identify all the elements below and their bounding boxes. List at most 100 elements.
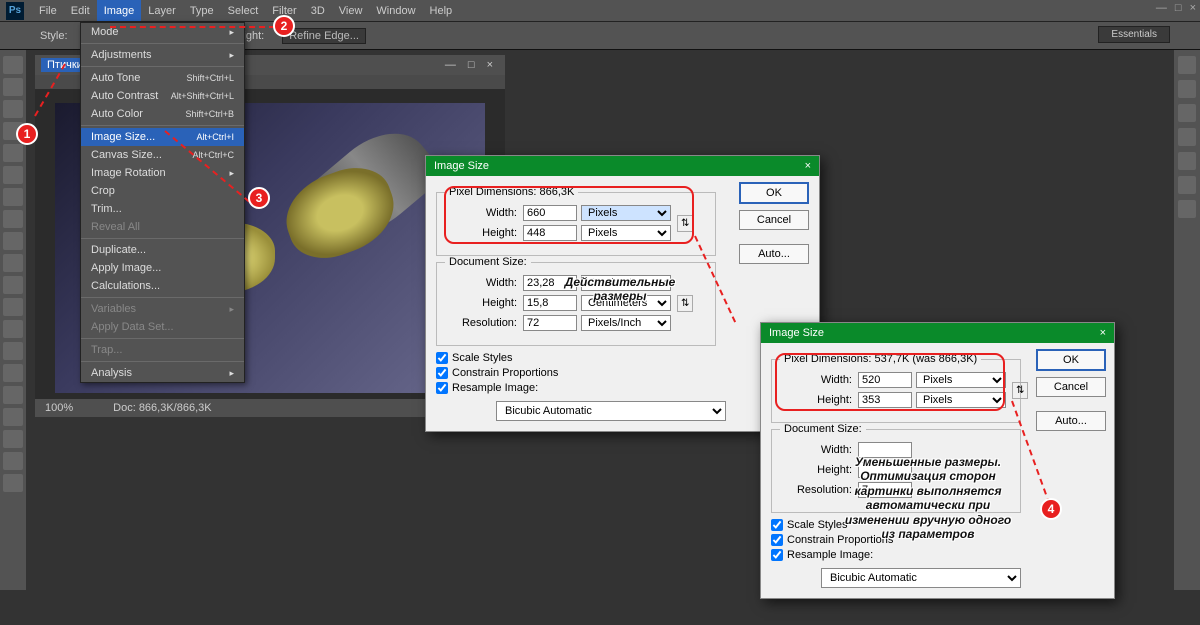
tool-history-icon[interactable] bbox=[3, 254, 23, 272]
dlg1-scale-label: Scale Styles bbox=[452, 352, 513, 364]
dlg1-constrain-label: Constrain Proportions bbox=[452, 367, 558, 379]
dlg2-pixdim-label: Pixel Dimensions: bbox=[784, 353, 871, 365]
dlg2-height-input[interactable] bbox=[858, 392, 912, 408]
dialog2-close-icon[interactable]: × bbox=[1100, 327, 1106, 339]
panel-channels-icon[interactable] bbox=[1178, 176, 1196, 194]
menu-layer[interactable]: Layer bbox=[141, 0, 183, 21]
dlg1-cancel-button[interactable]: Cancel bbox=[739, 210, 809, 230]
panel-layers-icon[interactable] bbox=[1178, 152, 1196, 170]
step-badge-1: 1 bbox=[16, 123, 38, 145]
dlg2-scale-check[interactable] bbox=[771, 519, 783, 531]
tool-heal-icon[interactable] bbox=[3, 188, 23, 206]
tool-shape-icon[interactable] bbox=[3, 430, 23, 448]
doc-min-icon[interactable]: — bbox=[445, 59, 456, 71]
dlg2-width-unit[interactable]: Pixels bbox=[916, 372, 1006, 388]
panel-swatches-icon[interactable] bbox=[1178, 104, 1196, 122]
dlg1-constrain-check[interactable] bbox=[436, 367, 448, 379]
menu-item[interactable]: Image Size...Alt+Ctrl+I bbox=[81, 128, 244, 146]
workspace-switcher[interactable]: Essentials bbox=[1098, 26, 1170, 43]
dlg1-res-unit[interactable]: Pixels/Inch bbox=[581, 315, 671, 331]
tool-stamp-icon[interactable] bbox=[3, 232, 23, 250]
tool-marquee-icon[interactable] bbox=[3, 78, 23, 96]
dlg2-auto-button[interactable]: Auto... bbox=[1036, 411, 1106, 431]
dlg2-ok-button[interactable]: OK bbox=[1036, 349, 1106, 371]
doc-max-icon[interactable]: □ bbox=[468, 59, 475, 71]
menu-item[interactable]: Image Rotation bbox=[81, 164, 244, 182]
panel-paths-icon[interactable] bbox=[1178, 200, 1196, 218]
menu-item[interactable]: Trim... bbox=[81, 200, 244, 218]
dlg1-height-input[interactable] bbox=[523, 225, 577, 241]
menu-item[interactable]: Calculations... bbox=[81, 277, 244, 295]
opt-refine-button[interactable]: Refine Edge... bbox=[282, 28, 366, 44]
menu-item[interactable]: Adjustments bbox=[81, 46, 244, 64]
dlg2-constrain-check[interactable] bbox=[771, 534, 783, 546]
panel-adjustments-icon[interactable] bbox=[1178, 128, 1196, 146]
tool-brush-icon[interactable] bbox=[3, 210, 23, 228]
menu-item[interactable]: Auto ColorShift+Ctrl+B bbox=[81, 105, 244, 123]
tool-lasso-icon[interactable] bbox=[3, 100, 23, 118]
menu-view[interactable]: View bbox=[332, 0, 370, 21]
zoom-level[interactable]: 100% bbox=[45, 402, 73, 414]
dlg2-resample-check[interactable] bbox=[771, 549, 783, 561]
win-max[interactable]: □ bbox=[1175, 2, 1182, 14]
link-icon[interactable]: ⇅ bbox=[677, 215, 693, 232]
tool-text-icon[interactable] bbox=[3, 386, 23, 404]
tool-move-icon[interactable] bbox=[3, 56, 23, 74]
menu-item[interactable]: Auto ContrastAlt+Shift+Ctrl+L bbox=[81, 87, 244, 105]
panel-color-icon[interactable] bbox=[1178, 80, 1196, 98]
doc-close-icon[interactable]: × bbox=[487, 59, 493, 71]
dialog1-close-icon[interactable]: × bbox=[805, 160, 811, 172]
dlg1-width-input[interactable] bbox=[523, 205, 577, 221]
dlg1-auto-button[interactable]: Auto... bbox=[739, 244, 809, 264]
win-close[interactable]: × bbox=[1190, 2, 1196, 14]
menu-item[interactable]: Apply Image... bbox=[81, 259, 244, 277]
dlg1-width-unit[interactable]: Pixels bbox=[581, 205, 671, 221]
dlg1-method-select[interactable]: Bicubic Automatic bbox=[496, 401, 726, 421]
dlg1-res-input[interactable] bbox=[523, 315, 577, 331]
dlg2-height-unit[interactable]: Pixels bbox=[916, 392, 1006, 408]
tool-zoom-icon[interactable] bbox=[3, 474, 23, 492]
dlg1-height-unit[interactable]: Pixels bbox=[581, 225, 671, 241]
tool-hand-icon[interactable] bbox=[3, 452, 23, 470]
menu-item[interactable]: Crop bbox=[81, 182, 244, 200]
menu-3d[interactable]: 3D bbox=[304, 0, 332, 21]
menu-type[interactable]: Type bbox=[183, 0, 221, 21]
dlg2-width-label: Width: bbox=[782, 374, 852, 386]
panel-history-icon[interactable] bbox=[1178, 56, 1196, 74]
annotation-2: Уменьшенные размеры. Оптимизация сторон … bbox=[838, 455, 1018, 541]
dlg1-scale-check[interactable] bbox=[436, 352, 448, 364]
menu-item[interactable]: Auto ToneShift+Ctrl+L bbox=[81, 69, 244, 87]
dlg2-height-label: Height: bbox=[782, 394, 852, 406]
win-min[interactable]: — bbox=[1156, 2, 1167, 14]
dlg2-method-select[interactable]: Bicubic Automatic bbox=[821, 568, 1021, 588]
tool-pen-icon[interactable] bbox=[3, 364, 23, 382]
dlg2-pixdim-value: 537,7K (was 866,3K) bbox=[874, 353, 977, 365]
tool-blur-icon[interactable] bbox=[3, 320, 23, 338]
dialog1-titlebar[interactable]: Image Size × bbox=[426, 156, 819, 176]
menu-select[interactable]: Select bbox=[221, 0, 266, 21]
dlg2-cancel-button[interactable]: Cancel bbox=[1036, 377, 1106, 397]
step-badge-4: 4 bbox=[1040, 498, 1062, 520]
tool-eraser-icon[interactable] bbox=[3, 276, 23, 294]
menu-file[interactable]: File bbox=[32, 0, 64, 21]
tool-eyedrop-icon[interactable] bbox=[3, 166, 23, 184]
menu-image[interactable]: Image bbox=[97, 0, 142, 21]
menu-item[interactable]: Analysis bbox=[81, 364, 244, 382]
dialog2-titlebar[interactable]: Image Size × bbox=[761, 323, 1114, 343]
tool-crop-icon[interactable] bbox=[3, 144, 23, 162]
dialog2-title: Image Size bbox=[769, 327, 824, 339]
tool-dodge-icon[interactable] bbox=[3, 342, 23, 360]
tool-gradient-icon[interactable] bbox=[3, 298, 23, 316]
menu-item[interactable]: Duplicate... bbox=[81, 241, 244, 259]
menu-item[interactable]: Canvas Size...Alt+Ctrl+C bbox=[81, 146, 244, 164]
dlg2-width-input[interactable] bbox=[858, 372, 912, 388]
annotation-1: Действительные размеры bbox=[545, 275, 695, 304]
link-icon[interactable]: ⇅ bbox=[1012, 382, 1028, 399]
dlg1-resample-check[interactable] bbox=[436, 382, 448, 394]
tool-path-icon[interactable] bbox=[3, 408, 23, 426]
dlg1-ok-button[interactable]: OK bbox=[739, 182, 809, 204]
dlg1-dheight-label: Height: bbox=[447, 297, 517, 309]
menu-help[interactable]: Help bbox=[423, 0, 460, 21]
menu-edit[interactable]: Edit bbox=[64, 0, 97, 21]
menu-window[interactable]: Window bbox=[369, 0, 422, 21]
